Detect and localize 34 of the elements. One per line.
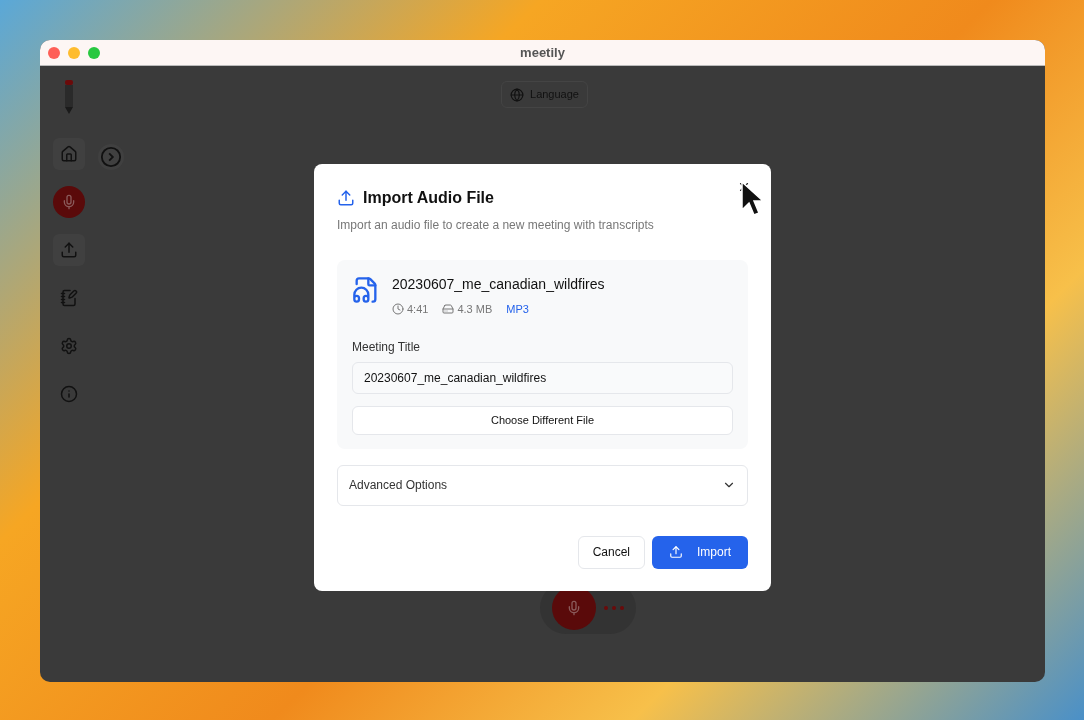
globe-icon — [510, 87, 524, 102]
info-icon — [60, 385, 78, 403]
import-button[interactable]: Import — [652, 535, 748, 569]
expand-sidebar-button[interactable] — [98, 144, 124, 170]
maximize-window-button[interactable] — [88, 46, 100, 59]
upload-button[interactable] — [53, 234, 85, 266]
pencil-logo-icon — [63, 80, 75, 114]
file-duration: 4:41 — [407, 302, 429, 317]
meeting-title-field[interactable]: 20230607_me_canadian_wildfires — [352, 361, 733, 394]
field-label: Meeting Title — [352, 338, 422, 356]
advanced-options-toggle[interactable]: Advanced Options — [337, 464, 748, 506]
dialog-title: Import Audio File — [363, 188, 494, 208]
notebook-icon — [60, 289, 78, 307]
home-icon — [60, 145, 78, 163]
upload-icon — [60, 241, 78, 259]
more-icon[interactable] — [604, 606, 624, 610]
home-button[interactable] — [53, 138, 85, 170]
microphone-icon — [61, 194, 77, 210]
microphone-icon — [566, 600, 582, 616]
upload-icon — [337, 189, 355, 207]
window-title: meetily — [520, 43, 565, 62]
chevron-right-icon — [100, 146, 122, 168]
close-window-button[interactable] — [48, 46, 60, 59]
drive-icon — [442, 303, 455, 316]
clock-icon — [392, 303, 404, 316]
minimize-window-button[interactable] — [68, 46, 80, 59]
dialog-subtitle: Import an audio file to create a new meeting with transcripts — [337, 217, 655, 234]
file-size: 4.3 MB — [457, 302, 493, 317]
choose-file-button[interactable]: Choose Different File — [352, 405, 733, 435]
file-format: MP3 — [506, 302, 529, 317]
settings-icon — [60, 337, 78, 355]
cancel-button[interactable]: Cancel — [577, 535, 645, 569]
file-name: 20230607_me_canadian_wildfires — [392, 275, 605, 294]
upload-icon — [669, 545, 683, 559]
